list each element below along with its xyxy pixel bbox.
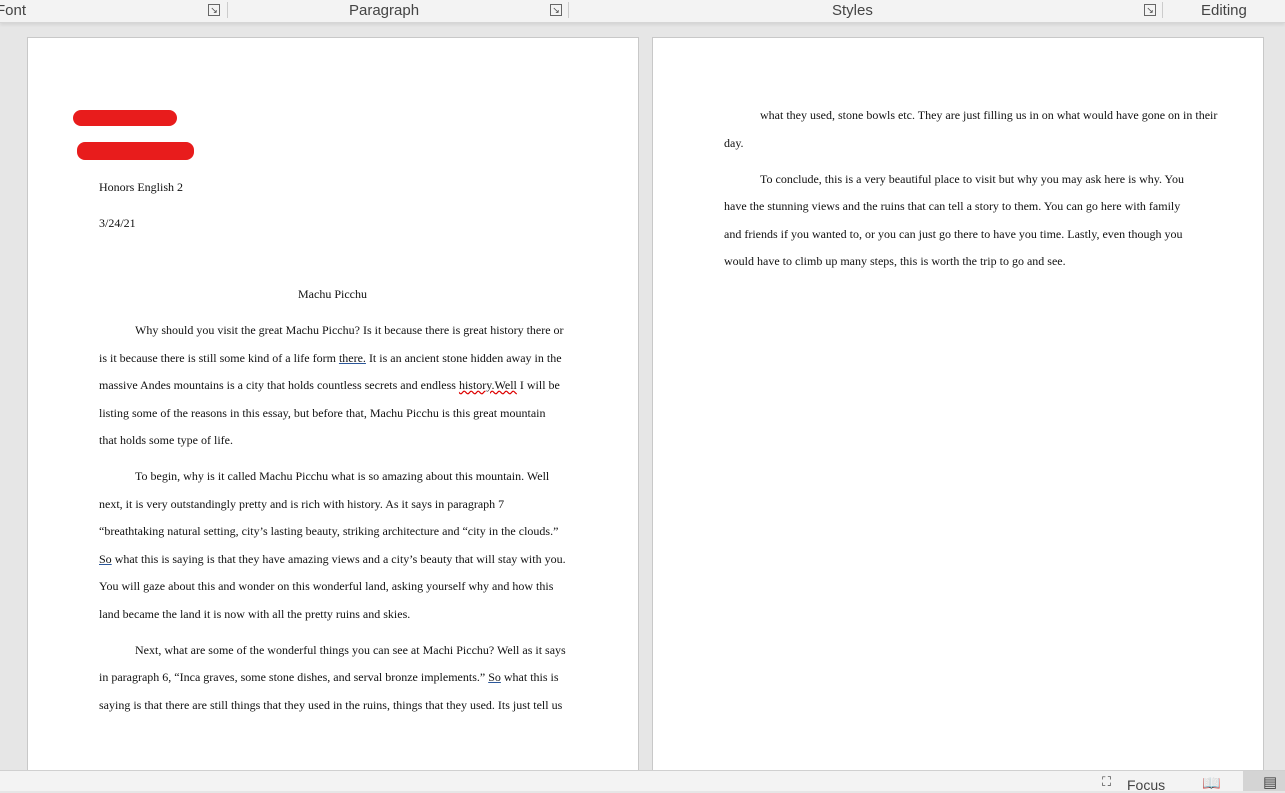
text-run: what they used, stone bowls etc. They ar… (760, 108, 1218, 122)
text-run: I will be (516, 378, 560, 392)
header-class: Honors English 2 (99, 180, 183, 194)
text-run: To begin, why is it called Machu Picchu … (135, 469, 550, 483)
read-mode-icon[interactable]: 📖 (1202, 774, 1221, 792)
paragraph-line: is it because there is still some kind o… (99, 351, 562, 366)
paragraph-line: have the stunning views and the ruins th… (724, 199, 1180, 214)
text-run: listing some of the reasons in this essa… (99, 405, 546, 420)
paragraph-line: what they used, stone bowls etc. They ar… (760, 108, 1217, 123)
divider (227, 2, 228, 18)
paragraph-line: Next, what are some of the wonderful thi… (135, 643, 566, 658)
header-date: 3/24/21 (99, 216, 136, 230)
status-bar: ⛶ Focus 📖 ▤ (0, 770, 1285, 793)
paragraph-line: To begin, why is it called Machu Picchu … (135, 469, 549, 484)
paragraph-line: land became the land it is now with all … (99, 607, 410, 622)
text-run: have the stunning views and the ruins th… (724, 199, 1181, 213)
font-dialog-launcher-icon[interactable]: ↘ (208, 4, 220, 16)
text-run: would have to climb up many steps, this … (724, 254, 1066, 268)
text-run: in paragraph 6, “Inca graves, some stone… (99, 670, 489, 684)
paragraph-dialog-launcher-icon[interactable]: ↘ (550, 4, 562, 16)
paragraph-line: To conclude, this is a very beautiful pl… (760, 172, 1184, 187)
focus-icon: ⛶ (1102, 774, 1112, 789)
text-run: that holds some type of life. (99, 433, 233, 447)
paragraph-line: saying is that there are still things th… (99, 698, 562, 713)
text-run: Next, what are some of the wonderful thi… (135, 642, 566, 657)
document-title: Machu Picchu (298, 287, 367, 301)
marked-text: history.Well (458, 378, 517, 392)
ribbon-group-font: Font (0, 2, 27, 19)
text-run: saying is that there are still things th… (99, 697, 563, 712)
text-run: To conclude, this is a very beautiful pl… (760, 171, 1184, 186)
text-run: what this is (500, 670, 559, 684)
paragraph-line: would have to climb up many steps, this … (724, 254, 1066, 269)
text-run: and friends if you wanted to, or you can… (724, 226, 1183, 241)
text-run: You will gaze about this and wonder on t… (99, 579, 554, 593)
paragraph-line: next, it is very outstandingly pretty an… (99, 497, 504, 512)
ribbon: Font ↘ Paragraph ↘ Styles ↘ Editing (0, 0, 1285, 23)
text-run: It is an ancient stone hidden away in th… (365, 350, 562, 365)
paragraph-line: Why should you visit the great Machu Pic… (135, 323, 564, 338)
print-layout-icon: ▤ (1263, 774, 1278, 791)
text-run: “breathtaking natural setting, city’s la… (99, 524, 559, 538)
text-run: is it because there is still some kind o… (99, 350, 339, 365)
ribbon-group-paragraph: Paragraph (349, 2, 420, 19)
document-page-1[interactable]: Honors English 2 3/24/21 Machu Picchu Wh… (27, 37, 639, 779)
print-layout-button[interactable]: ▤ (1243, 771, 1285, 791)
paragraph-line: You will gaze about this and wonder on t… (99, 579, 553, 594)
document-page-2[interactable]: what they used, stone bowls etc. They ar… (652, 37, 1264, 779)
divider (568, 2, 569, 18)
text-run: Why should you visit the great Machu Pic… (135, 323, 564, 337)
text-run: what this is saying is that they have am… (111, 551, 566, 566)
paragraph-line: and friends if you wanted to, or you can… (724, 227, 1182, 242)
divider (1162, 2, 1163, 18)
paragraph-line: massive Andes mountains is a city that h… (99, 378, 560, 393)
paragraph-line: So what this is saying is that they have… (99, 552, 566, 567)
ribbon-group-styles: Styles (832, 2, 873, 19)
marked-text: So (99, 551, 112, 566)
text-run: land became the land it is now with all … (99, 606, 411, 621)
ribbon-group-editing[interactable]: Editing (1201, 2, 1247, 19)
redaction-mark (73, 110, 177, 126)
paragraph-line: in paragraph 6, “Inca graves, some stone… (99, 670, 559, 685)
paragraph-line: listing some of the reasons in this essa… (99, 406, 545, 421)
marked-text: there. (338, 350, 366, 365)
focus-mode-button[interactable]: Focus (1127, 777, 1165, 793)
text-run: massive Andes mountains is a city that h… (99, 378, 459, 392)
redaction-mark (77, 142, 194, 160)
paragraph-line: “breathtaking natural setting, city’s la… (99, 524, 558, 539)
styles-dialog-launcher-icon[interactable]: ↘ (1144, 4, 1156, 16)
paragraph-line: day. (724, 136, 744, 151)
marked-text: So (488, 670, 501, 684)
text-run: day. (724, 135, 744, 150)
text-run: next, it is very outstandingly pretty an… (99, 496, 505, 511)
paragraph-line: that holds some type of life. (99, 433, 233, 448)
